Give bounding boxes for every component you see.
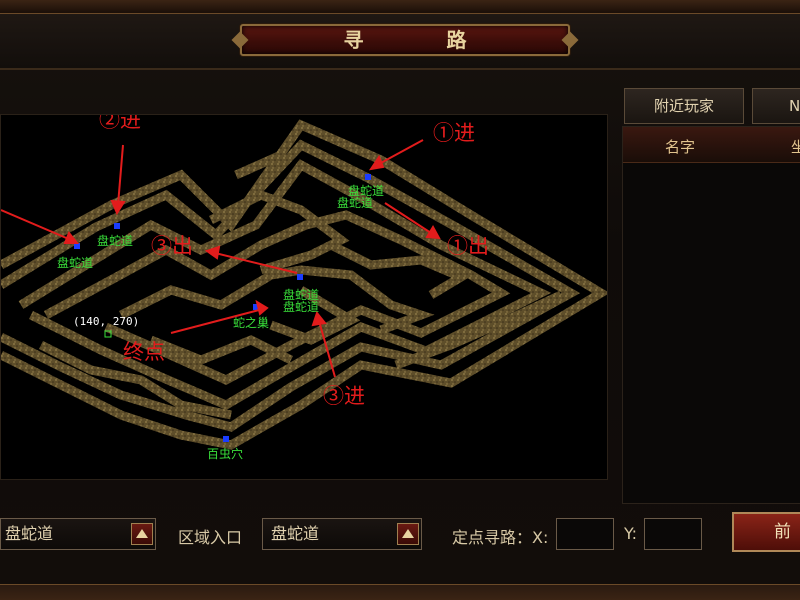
annotation-end-point: 终点: [123, 340, 165, 364]
title-plate: 寻 路: [240, 24, 570, 56]
annotation-enter-3: ③进: [323, 384, 365, 408]
go-button[interactable]: 前: [732, 512, 800, 552]
y-coordinate-input[interactable]: [644, 518, 702, 550]
marker-snake-2: [114, 223, 120, 229]
map-label-snake-1b[interactable]: 盘蛇道: [337, 195, 373, 210]
annotation-enter-2: ②进: [99, 115, 141, 132]
zone-select-value: 盘蛇道: [271, 524, 320, 543]
map-panel[interactable]: 盘蛇道 盘蛇道 盘蛇道 盘蛇道 盘蛇道 盘蛇道 蛇之巢 百虫穴 (140, 27…: [0, 114, 608, 480]
triangle-up-icon: [402, 529, 414, 538]
map-label-snake-left[interactable]: 盘蛇道: [57, 255, 93, 270]
column-name[interactable]: 名字: [665, 136, 695, 157]
coordinate-readout: (140, 270): [73, 315, 139, 328]
marker-snake-1: [365, 174, 371, 180]
bottom-frame-trim: [0, 584, 800, 600]
triangle-up-icon: [136, 529, 148, 538]
map-label-snake-3b[interactable]: 盘蛇道: [283, 299, 319, 314]
nearby-player-list[interactable]: 名字 坐: [622, 126, 800, 504]
map-select[interactable]: 盘蛇道: [0, 518, 156, 550]
map-select-value: 盘蛇道: [5, 524, 54, 543]
fixed-point-label: 定点寻路：X:: [452, 528, 549, 547]
maze-paths: [1, 119, 607, 450]
zone-select-dropdown-button[interactable]: [397, 523, 419, 545]
map-label-snake-2[interactable]: 盘蛇道: [97, 233, 133, 248]
tab-secondary[interactable]: N: [752, 88, 800, 124]
annotation-enter-1: ①进: [433, 121, 475, 145]
map-select-dropdown-button[interactable]: [131, 523, 153, 545]
top-frame-trim: [0, 0, 800, 14]
tab-nearby-players[interactable]: 附近玩家: [624, 88, 744, 124]
maze-map[interactable]: 盘蛇道 盘蛇道 盘蛇道 盘蛇道 盘蛇道 盘蛇道 蛇之巢 百虫穴 (140, 27…: [1, 115, 608, 480]
x-coordinate-input[interactable]: [556, 518, 614, 550]
annotation-exit-1: ①出: [447, 234, 489, 258]
marker-hundred-bug: [223, 436, 229, 442]
marker-snake-3: [297, 274, 303, 280]
annotation-exit-3: ③出: [151, 234, 193, 258]
y-label: Y:: [624, 524, 638, 543]
player-list-header: 名字 坐: [623, 127, 800, 163]
map-label-snake-nest[interactable]: 蛇之巢: [233, 315, 269, 330]
column-coordinates[interactable]: 坐: [791, 136, 800, 157]
zone-entrance-select[interactable]: 盘蛇道: [262, 518, 422, 550]
window-title: 寻 路: [343, 28, 505, 52]
map-label-hundred-bug[interactable]: 百虫穴: [207, 446, 243, 461]
zone-entrance-label: 区域入口: [178, 528, 243, 547]
